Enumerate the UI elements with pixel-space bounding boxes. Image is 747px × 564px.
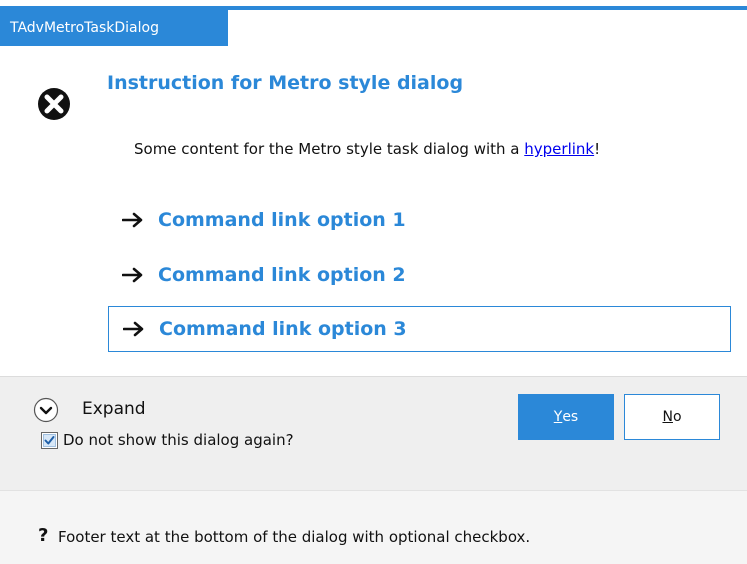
arrow-right-icon — [123, 321, 144, 337]
arrow-right-icon — [122, 212, 143, 228]
no-button[interactable]: No — [624, 394, 720, 440]
command-link-label: Command link option 2 — [158, 264, 406, 286]
command-link-3[interactable]: Command link option 3 — [108, 306, 731, 352]
chevron-down-circle-icon[interactable] — [33, 397, 59, 423]
verification-checkbox[interactable] — [41, 432, 58, 449]
main-instruction: Instruction for Metro style dialog — [107, 72, 464, 94]
question-icon: ? — [38, 525, 49, 546]
command-link-2[interactable]: Command link option 2 — [108, 252, 731, 298]
verification-label: Do not show this dialog again? — [63, 431, 294, 449]
arrow-right-icon — [122, 267, 143, 283]
command-link-label: Command link option 3 — [159, 318, 407, 340]
no-button-accelerator: N — [662, 409, 673, 425]
yes-button-accelerator: Y — [553, 409, 563, 425]
content-text-before: Some content for the Metro style task di… — [134, 140, 525, 158]
content-hyperlink[interactable]: hyperlink — [524, 140, 594, 158]
dialog-title: TAdvMetroTaskDialog — [0, 10, 228, 46]
yes-button-label: es — [562, 409, 579, 425]
no-button-label: o — [672, 409, 682, 425]
command-link-1[interactable]: Command link option 1 — [108, 197, 731, 243]
content-text: Some content for the Metro style task di… — [134, 140, 600, 158]
footer-text: Footer text at the bottom of the dialog … — [58, 528, 531, 546]
error-icon — [38, 88, 70, 120]
expand-label[interactable]: Expand — [82, 399, 146, 419]
button-bar: Expand Do not show this dialog again? Ye… — [0, 376, 747, 490]
footer: ? Footer text at the bottom of the dialo… — [0, 490, 747, 564]
content-text-after: ! — [594, 140, 601, 158]
command-link-label: Command link option 1 — [158, 209, 406, 231]
yes-button[interactable]: Yes — [518, 394, 614, 440]
